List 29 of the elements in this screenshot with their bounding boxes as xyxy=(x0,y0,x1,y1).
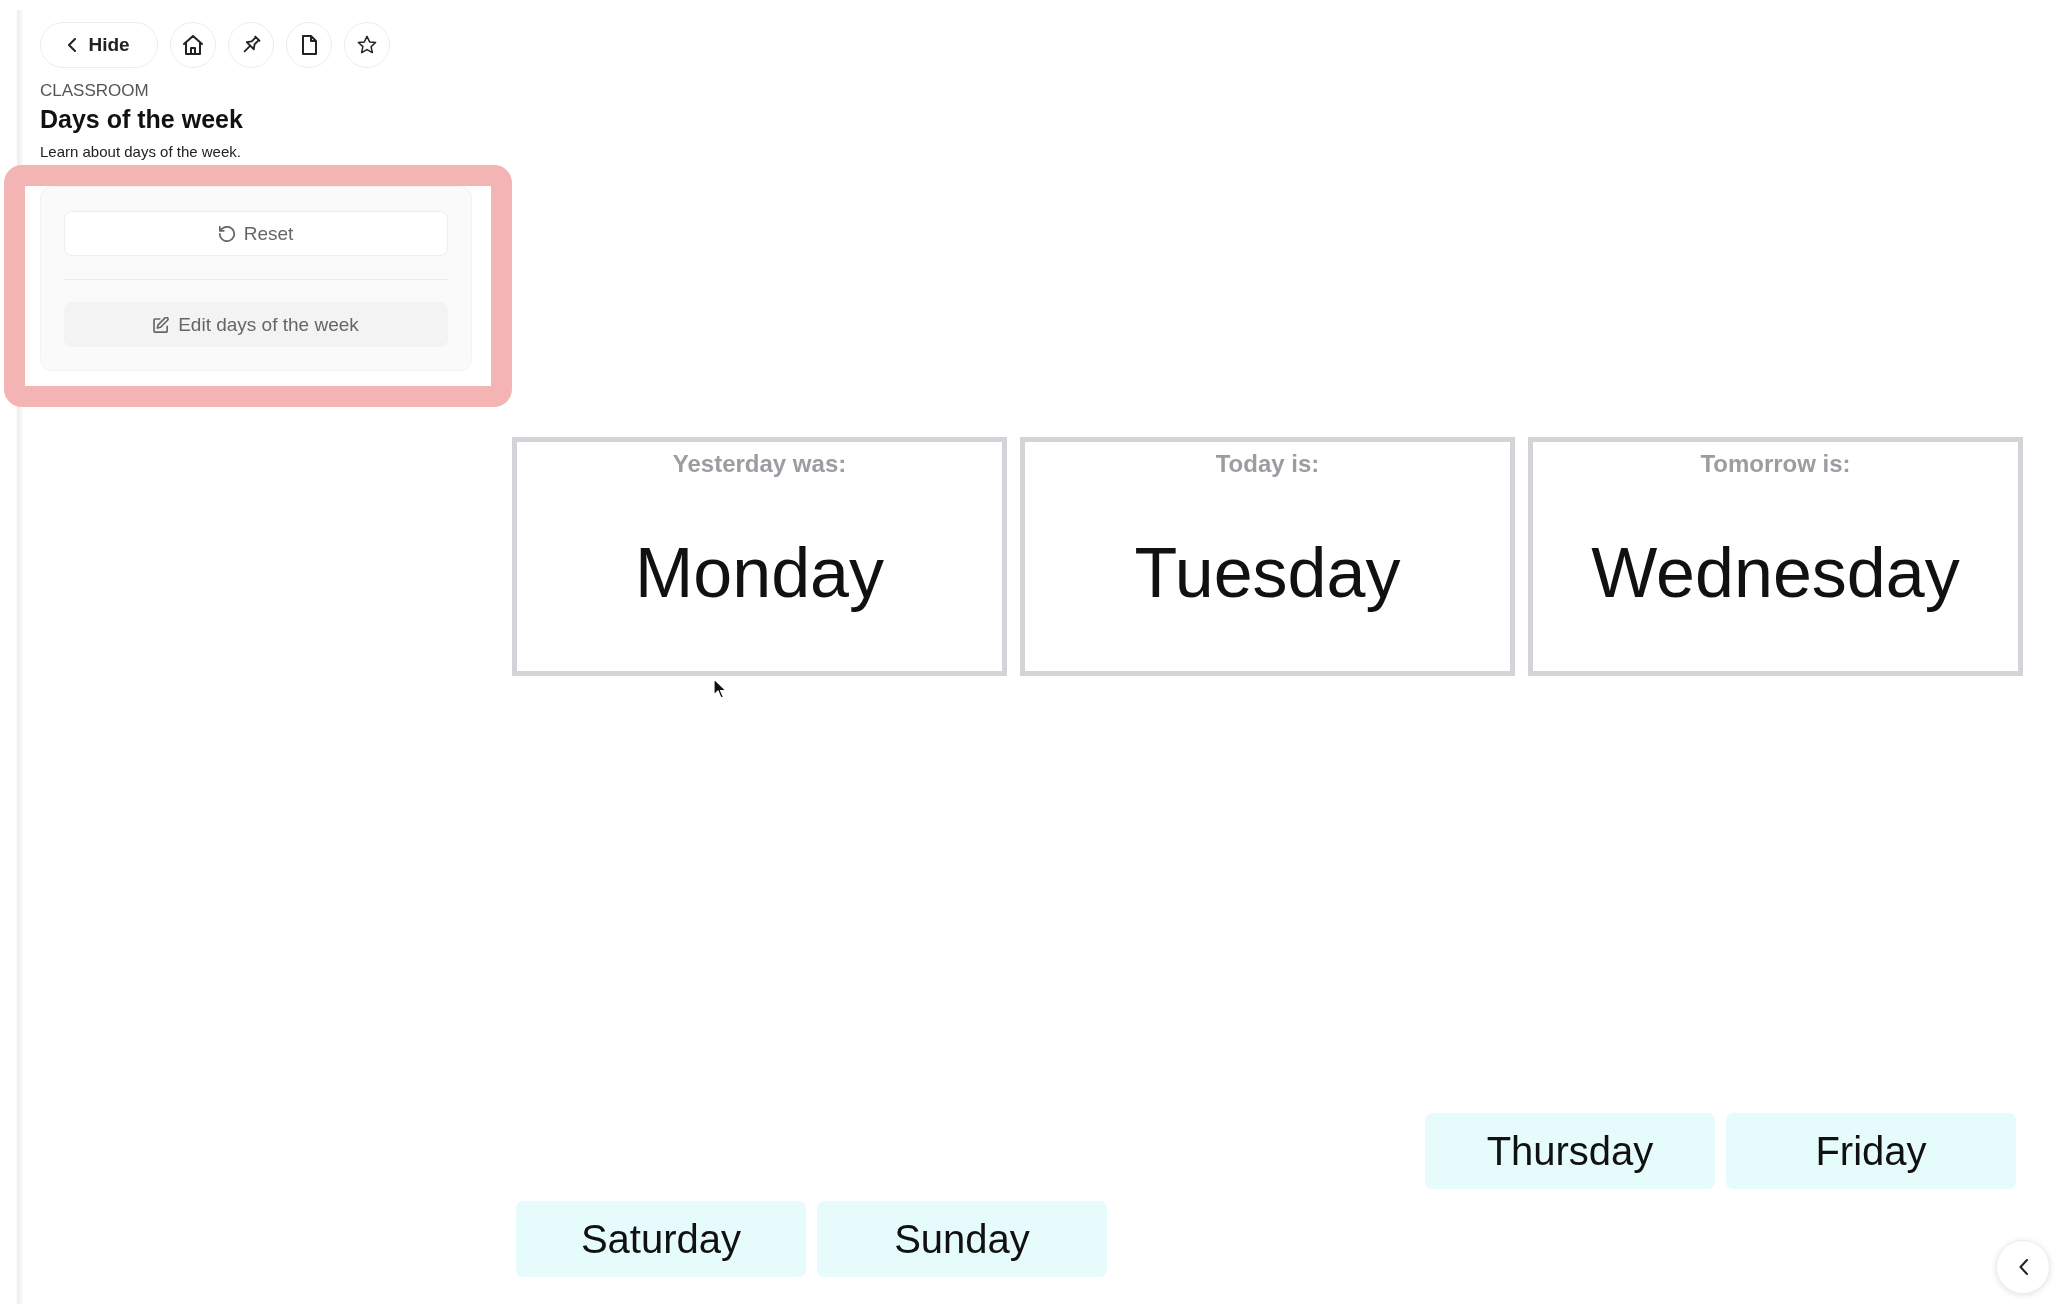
chevron-left-icon xyxy=(68,38,77,52)
category-label: CLASSROOM xyxy=(40,81,150,101)
favorite-button[interactable] xyxy=(344,22,390,68)
document-button[interactable] xyxy=(286,22,332,68)
page-description: Learn about days of the week. xyxy=(40,143,242,161)
home-icon xyxy=(183,35,203,55)
card-label: Tomorrow is: xyxy=(1700,450,1851,478)
hide-button[interactable]: Hide xyxy=(40,22,158,68)
pin-button[interactable] xyxy=(228,22,274,68)
edit-icon xyxy=(153,316,170,333)
card-label: Yesterday was: xyxy=(672,450,847,478)
pin-icon xyxy=(241,35,261,55)
reset-button[interactable]: Reset xyxy=(64,211,448,256)
day-chip[interactable]: Thursday xyxy=(1425,1113,1715,1189)
document-icon xyxy=(301,35,317,55)
star-icon xyxy=(357,35,377,55)
day-chip[interactable]: Friday xyxy=(1726,1113,2016,1189)
day-name: Monday xyxy=(634,532,884,614)
day-chip[interactable]: Sunday xyxy=(817,1201,1107,1277)
page-title: Days of the week xyxy=(40,104,244,134)
mouse-pointer-icon xyxy=(713,678,727,699)
day-name: Wednesday xyxy=(1591,532,1960,614)
day-chip[interactable]: Saturday xyxy=(516,1201,806,1277)
rotate-left-icon xyxy=(218,225,235,242)
edit-button[interactable]: Edit days of the week xyxy=(64,302,448,347)
card-label: Today is: xyxy=(1215,450,1320,478)
day-name: Tuesday xyxy=(1134,532,1401,614)
home-button[interactable] xyxy=(170,22,216,68)
chevron-left-icon xyxy=(2018,1259,2028,1275)
